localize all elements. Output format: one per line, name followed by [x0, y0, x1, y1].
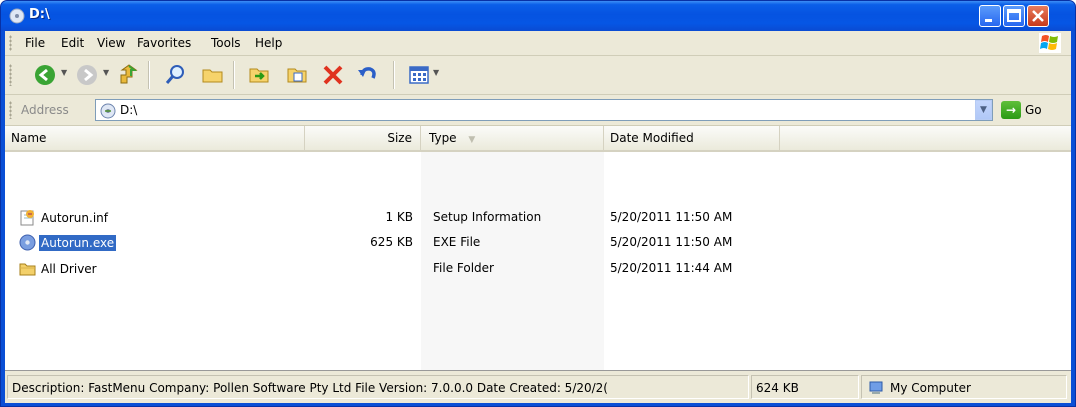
cd-drive-icon	[9, 8, 25, 24]
menu-file[interactable]: File	[25, 36, 45, 50]
table-row[interactable]: Autorun.inf 1 KB Setup Information 5/20/…	[5, 208, 1071, 228]
status-description: Description: FastMenu Company: Pollen So…	[12, 381, 608, 395]
maximize-icon	[1007, 9, 1021, 22]
forward-dropdown-icon[interactable]: ▼	[103, 68, 109, 77]
setup-info-icon	[20, 210, 34, 226]
table-row-selected[interactable]: Autorun.exe 625 KB EXE File 5/20/2011 11…	[5, 233, 1071, 253]
status-zone: My Computer	[890, 381, 971, 395]
standard-toolbar: ▼ ▼ ▼	[5, 56, 1071, 95]
sort-arrow-icon: ▼	[468, 135, 476, 145]
minimize-icon	[985, 19, 992, 22]
folders-icon[interactable]	[201, 63, 225, 87]
column-header-name[interactable]: Name	[5, 126, 305, 150]
file-type: File Folder	[433, 261, 494, 275]
exe-icon	[19, 234, 36, 251]
toolbar-separator	[233, 61, 235, 89]
file-type: EXE File	[433, 235, 481, 249]
menu-edit[interactable]: Edit	[61, 36, 84, 50]
go-button[interactable]: Go	[1025, 103, 1042, 117]
status-size-pane: 624 KB	[751, 375, 859, 399]
status-size: 624 KB	[756, 381, 799, 395]
folder-icon	[19, 263, 36, 276]
file-date: 5/20/2011 11:50 AM	[610, 210, 733, 224]
my-computer-icon	[869, 381, 883, 394]
address-bar: Address D:\ ▼ → Go	[5, 95, 1071, 126]
table-row[interactable]: All Driver File Folder 5/20/2011 11:44 A…	[5, 259, 1071, 279]
cd-drive-icon	[100, 103, 116, 119]
file-size: 1 KB	[385, 210, 413, 224]
close-button[interactable]	[1027, 5, 1049, 27]
address-input[interactable]: D:\	[95, 99, 993, 121]
menu-favorites[interactable]: Favorites	[137, 36, 191, 50]
file-name: All Driver	[41, 262, 97, 276]
address-dropdown-button[interactable]: ▼	[975, 100, 992, 120]
views-dropdown-icon[interactable]: ▼	[433, 68, 439, 77]
menu-view[interactable]: View	[97, 36, 125, 50]
up-icon[interactable]	[117, 63, 141, 87]
column-header-row: Name Size Type ▼ Date Modified	[5, 126, 1071, 152]
status-zone-pane: My Computer	[861, 375, 1067, 399]
status-bar: Description: FastMenu Company: Pollen So…	[5, 371, 1071, 403]
column-header-date-label: Date Modified	[610, 131, 694, 145]
copy-to-icon[interactable]	[285, 63, 309, 87]
column-header-date[interactable]: Date Modified	[604, 126, 780, 150]
views-icon[interactable]	[407, 63, 431, 87]
address-label: Address	[21, 103, 69, 117]
file-type: Setup Information	[433, 210, 542, 224]
file-name: Autorun.inf	[41, 211, 108, 225]
file-list[interactable]: Name Size Type ▼ Date Modified Autorun.i…	[5, 126, 1071, 371]
back-icon[interactable]	[33, 63, 57, 87]
windows-logo-icon	[1039, 33, 1061, 53]
toolbar-grip[interactable]	[9, 64, 12, 86]
toolbar-separator	[148, 61, 150, 89]
file-date: 5/20/2011 11:44 AM	[610, 261, 733, 275]
status-description-pane: Description: FastMenu Company: Pollen So…	[7, 375, 749, 399]
file-name: Autorun.exe	[39, 235, 117, 251]
explorer-window: D:\ File Edit View Favorites Tools Help …	[0, 0, 1076, 407]
address-grip[interactable]	[9, 101, 12, 119]
menu-grip[interactable]	[9, 35, 12, 51]
close-icon	[1032, 10, 1044, 22]
file-size: 625 KB	[370, 235, 413, 249]
menu-help[interactable]: Help	[255, 36, 282, 50]
move-to-icon[interactable]	[247, 63, 271, 87]
title-bar[interactable]: D:\	[1, 1, 1075, 31]
forward-icon[interactable]	[75, 63, 99, 87]
address-value: D:\	[120, 103, 138, 117]
maximize-button[interactable]	[1003, 5, 1025, 27]
undo-icon[interactable]	[355, 63, 379, 87]
window-title: D:\	[29, 7, 50, 22]
chevron-down-icon: ▼	[980, 105, 987, 115]
toolbar-separator	[393, 61, 395, 89]
file-date: 5/20/2011 11:50 AM	[610, 235, 733, 249]
delete-icon[interactable]	[321, 63, 345, 87]
column-header-size[interactable]: Size	[305, 126, 421, 150]
minimize-button[interactable]	[979, 5, 1001, 27]
column-header-type-label: Type	[429, 131, 457, 145]
menu-bar: File Edit View Favorites Tools Help	[5, 31, 1071, 56]
column-header-name-label: Name	[11, 131, 47, 145]
back-dropdown-icon[interactable]: ▼	[61, 68, 67, 77]
go-icon[interactable]: →	[1001, 101, 1021, 119]
column-header-type[interactable]: Type ▼	[421, 126, 604, 150]
search-icon[interactable]	[163, 63, 187, 87]
menu-tools[interactable]: Tools	[211, 36, 241, 50]
column-header-size-label: Size	[387, 131, 412, 145]
